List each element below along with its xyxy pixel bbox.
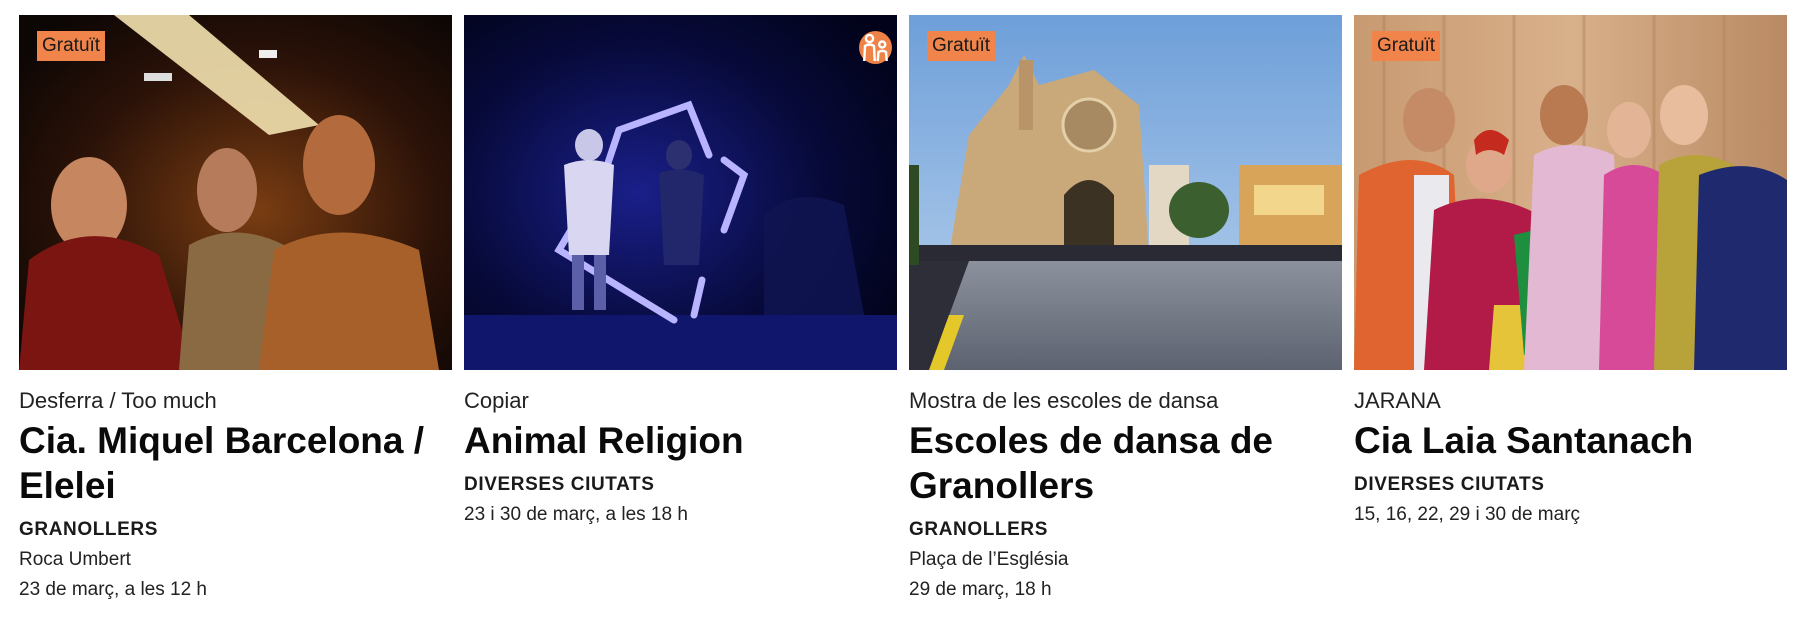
event-date: 23 de març, a les 12 h [19, 579, 207, 600]
event-title[interactable]: Escoles de dansa de Granollers [909, 418, 1342, 508]
event-title[interactable]: Animal Religion [464, 418, 897, 463]
dancers-photo [19, 15, 452, 370]
group-portrait-photo [1354, 15, 1787, 370]
event-date: 23 i 30 de març, a les 18 h [464, 504, 688, 525]
event-card[interactable]: Gratuït JARANA Cia Laia Santanach DIVERS… [1354, 15, 1787, 605]
free-badge: Gratuït [1372, 31, 1441, 61]
event-image[interactable]: Gratuït [909, 15, 1342, 370]
event-card[interactable]: Gratuït Desferra / Too much Cia. Miquel … [19, 15, 452, 605]
event-date: 29 de març, 18 h [909, 579, 1052, 600]
event-card-grid: Gratuït Desferra / Too much Cia. Miquel … [19, 15, 1787, 605]
event-image[interactable] [464, 15, 897, 370]
event-venue: Roca Umbert [19, 549, 131, 570]
event-subtitle: Mostra de les escoles de dansa [909, 388, 1219, 413]
free-badge: Gratuït [37, 31, 106, 61]
event-city: DIVERSES CIUTATS [464, 474, 655, 495]
event-city: DIVERSES CIUTATS [1354, 474, 1545, 495]
event-image[interactable]: Gratuït [19, 15, 452, 370]
event-subtitle: Desferra / Too much [19, 388, 217, 413]
event-image[interactable]: Gratuït [1354, 15, 1787, 370]
free-badge: Gratuït [927, 31, 996, 61]
event-venue: Plaça de l’Església [909, 549, 1069, 570]
event-title[interactable]: Cia Laia Santanach [1354, 418, 1787, 463]
event-city: GRANOLLERS [909, 519, 1048, 540]
event-card[interactable]: Gratuït Mostra de les escoles de dansa E… [909, 15, 1342, 605]
event-title[interactable]: Cia. Miquel Barcelona / Elelei [19, 418, 452, 508]
church-square-photo [909, 15, 1342, 370]
family-icon [859, 31, 892, 64]
event-date: 15, 16, 22, 29 i 30 de març [1354, 504, 1581, 525]
event-card[interactable]: Copiar Animal Religion DIVERSES CIUTATS … [464, 15, 897, 605]
neon-performers-photo [464, 15, 897, 370]
event-city: GRANOLLERS [19, 519, 158, 540]
event-subtitle: JARANA [1354, 388, 1441, 413]
event-subtitle: Copiar [464, 388, 529, 413]
